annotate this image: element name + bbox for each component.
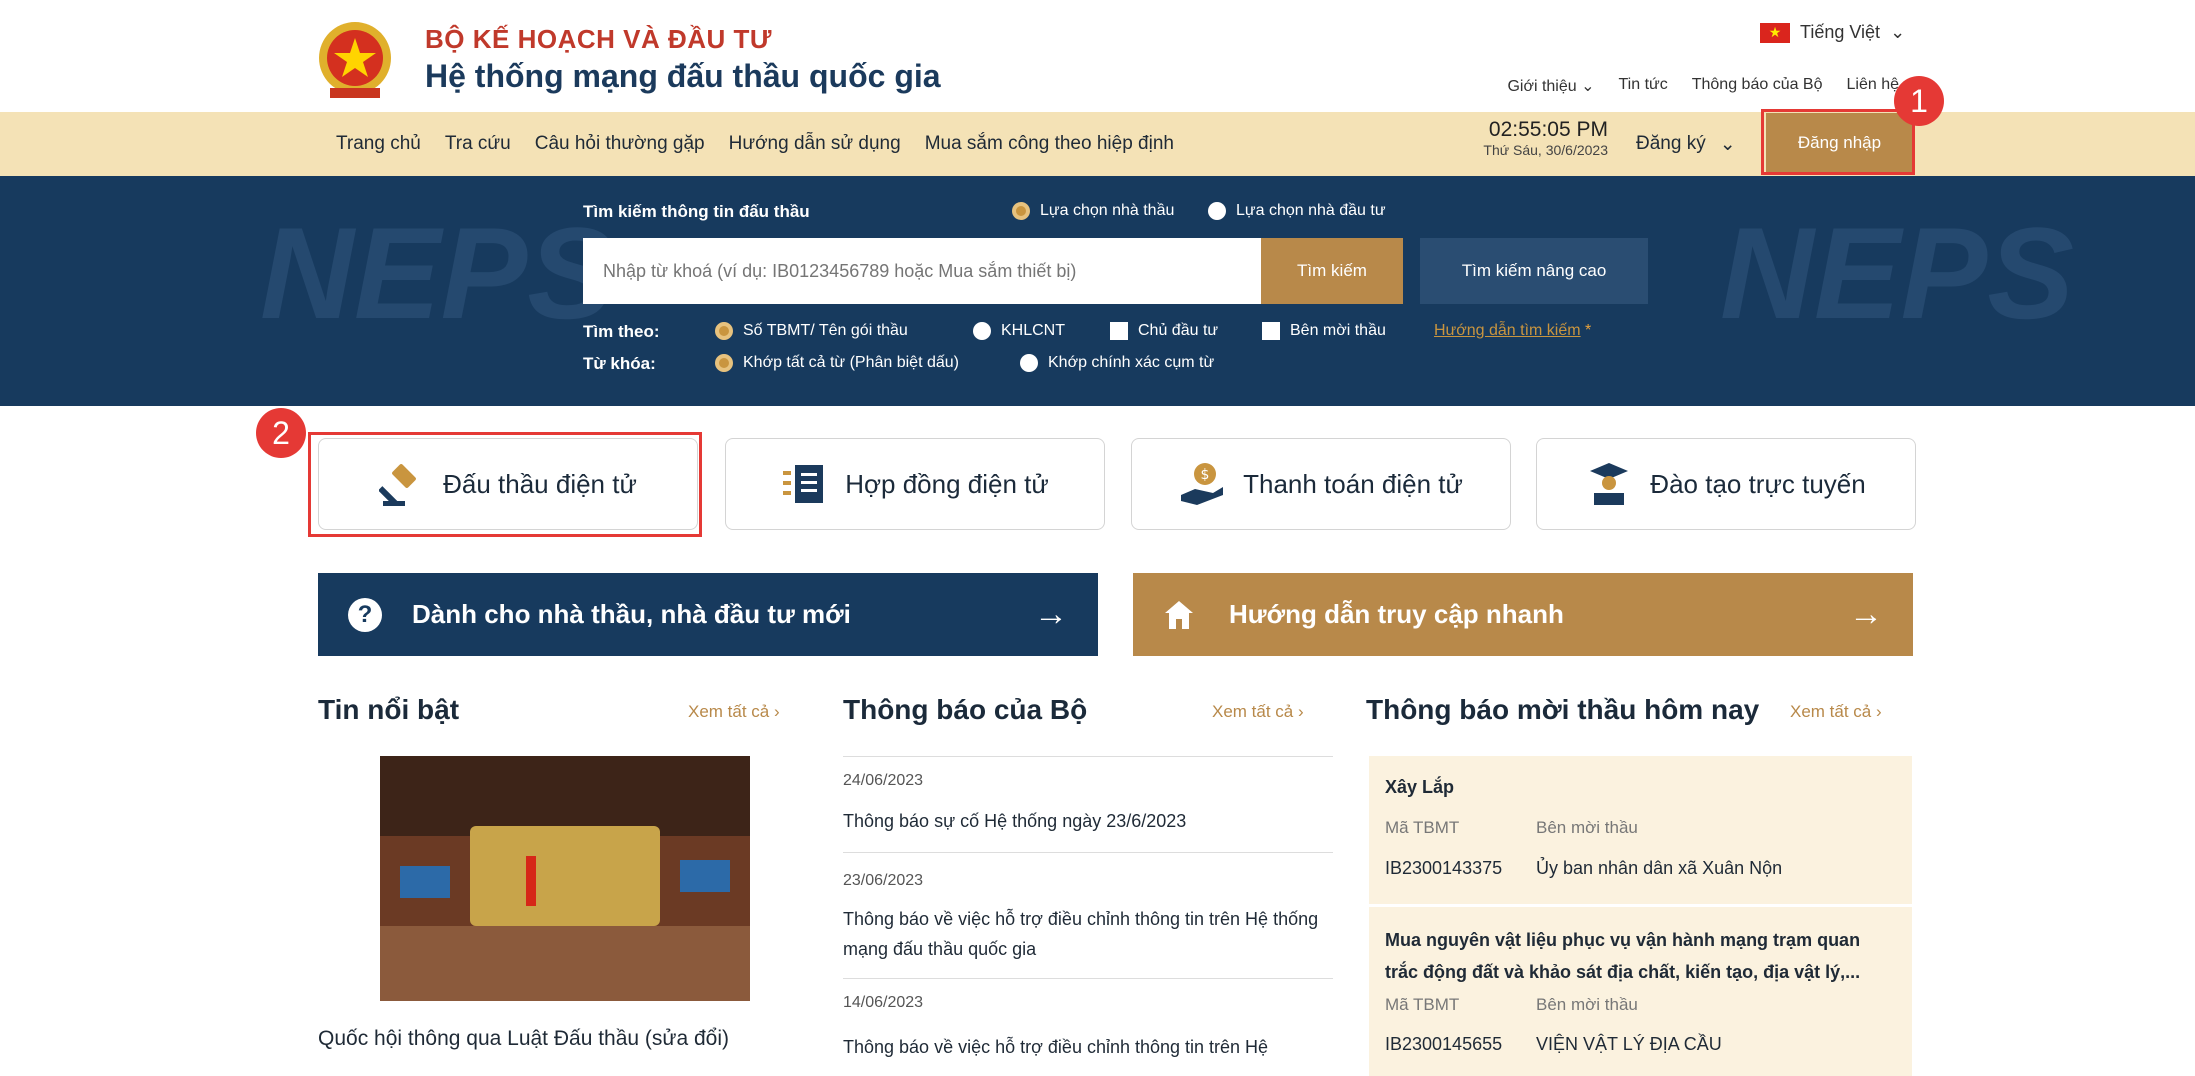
service-online-training[interactable]: Đào tạo trực tuyến — [1536, 438, 1916, 530]
service-e-payment[interactable]: $ Thanh toán điện tử — [1131, 438, 1511, 530]
register-menu[interactable]: Đăng ký ⌄ — [1636, 112, 1736, 176]
language-label: Tiếng Việt — [1800, 22, 1881, 42]
radio-selected-icon — [1012, 202, 1030, 220]
top-link-news[interactable]: Tin tức — [1619, 76, 1668, 96]
language-selector[interactable]: ★ Tiếng Việt ⌄ — [1760, 22, 1905, 43]
site-header: BỘ KẾ HOẠCH VÀ ĐẦU TƯ Hệ thống mạng đấu … — [0, 0, 2195, 112]
tenders-today-title: Thông báo mời thầu hôm nay — [1366, 694, 1760, 725]
highlight-box-login — [1761, 109, 1915, 175]
neps-watermark-left: NEPS — [260, 200, 615, 346]
top-link-contact[interactable]: Liên hệ — [1847, 76, 1900, 96]
tender-list — [1369, 756, 1912, 1076]
tender-inviter-label: Bên mời thầu — [1536, 818, 1638, 837]
new-user-banner[interactable]: ? Dành cho nhà thầu, nhà đầu tư mới → — [318, 573, 1098, 656]
top-link-ministry-notices[interactable]: Thông báo của Bộ — [1692, 76, 1823, 96]
search-guide-link[interactable]: Hướng dẫn tìm kiếm * — [1434, 322, 1591, 340]
option-match-all[interactable]: Khớp tất cả từ (Phân biệt dấu) — [715, 354, 959, 372]
arrow-right-icon: → — [1849, 595, 1883, 633]
annotation-badge-1: 1 — [1894, 76, 1944, 126]
notice-date: 14/06/2023 — [843, 994, 924, 1011]
tender-inviter-label: Bên mời thầu — [1536, 995, 1638, 1014]
service-e-contract[interactable]: Hợp đồng điện tử — [725, 438, 1105, 530]
option-khlcnt[interactable]: KHLCNT — [973, 322, 1065, 340]
arrow-right-icon: → — [1034, 595, 1068, 633]
divider — [843, 978, 1333, 979]
search-by-label: Tìm theo: — [583, 322, 660, 341]
annotation-badge-2: 2 — [256, 408, 306, 458]
search-input[interactable] — [583, 238, 1261, 304]
ministry-notices-title: Thông báo của Bộ — [843, 694, 1088, 725]
notices-view-all[interactable]: Xem tất cả › — [1212, 702, 1304, 722]
top-links: Giới thiệu ⌄ Tin tức Thông báo của Bộ Li… — [1507, 76, 1899, 96]
radio-icon — [1208, 202, 1226, 220]
checkbox-icon — [1110, 322, 1128, 340]
radio-selected-icon — [715, 354, 733, 372]
advanced-search-button[interactable]: Tìm kiếm nâng cao — [1420, 238, 1648, 304]
notice-title[interactable]: Thông báo về việc hỗ trợ điều chỉnh thôn… — [843, 904, 1333, 964]
divider — [843, 756, 1333, 757]
divider — [1369, 904, 1912, 907]
question-icon: ? — [348, 597, 382, 632]
highlight-box-e-bidding — [308, 432, 702, 537]
ministry-name: BỘ KẾ HOẠCH VÀ ĐẦU TƯ — [425, 24, 772, 54]
notice-date: 24/06/2023 — [843, 772, 924, 789]
top-link-about[interactable]: Giới thiệu ⌄ — [1507, 76, 1594, 96]
featured-view-all[interactable]: Xem tất cả › — [688, 702, 780, 722]
chevron-down-icon: ⌄ — [1890, 22, 1906, 42]
notice-date: 23/06/2023 — [843, 872, 924, 889]
keyword-label: Từ khóa: — [583, 354, 656, 373]
tender-code-label: Mã TBMT — [1385, 818, 1460, 837]
radio-contractor[interactable]: Lựa chọn nhà thầu — [1012, 202, 1174, 220]
clock-date: Thứ Sáu, 30/6/2023 — [1483, 142, 1608, 158]
radio-investor[interactable]: Lựa chọn nhà đầu tư — [1208, 202, 1386, 220]
search-title: Tìm kiếm thông tin đấu thầu — [583, 202, 810, 221]
svg-text:$: $ — [1201, 467, 1210, 483]
quick-access-banner[interactable]: Hướng dẫn truy cập nhanh → — [1133, 573, 1913, 656]
vietnam-flag-icon: ★ — [1760, 22, 1790, 43]
nav-user-guide[interactable]: Hướng dẫn sử dụng — [729, 133, 901, 155]
option-tbmt[interactable]: Số TBMT/ Tên gói thầu — [715, 322, 908, 340]
system-name[interactable]: Hệ thống mạng đấu thầu quốc gia — [425, 58, 941, 95]
radio-icon — [1020, 354, 1038, 372]
radio-icon — [973, 322, 991, 340]
notice-title[interactable]: Thông báo về việc hỗ trợ điều chỉnh thôn… — [843, 1032, 1333, 1062]
home-icon — [1165, 600, 1193, 629]
tender-inviter: Ủy ban nhân dân xã Xuân Nộn — [1536, 858, 1783, 878]
checkbox-icon — [1262, 322, 1280, 340]
nav-home[interactable]: Trang chủ — [336, 133, 421, 155]
tender-inviter: VIỆN VẬT LÝ ĐỊA CẦU — [1536, 1034, 1722, 1054]
search-button[interactable]: Tìm kiếm — [1261, 238, 1403, 304]
national-emblem-icon[interactable] — [316, 18, 394, 104]
graduation-icon — [1590, 463, 1629, 505]
nav-public-procurement[interactable]: Mua sắm công theo hiệp định — [925, 133, 1174, 155]
payment-hand-icon: $ — [1181, 463, 1224, 505]
notice-title[interactable]: Thông báo sự cố Hệ thống ngày 23/6/2023 — [843, 806, 1333, 836]
radio-selected-icon — [715, 322, 733, 340]
tenders-view-all[interactable]: Xem tất cả › — [1790, 702, 1882, 722]
featured-headline[interactable]: Quốc hội thông qua Luật Đấu thầu (sửa đổ… — [318, 1024, 729, 1054]
tender-name[interactable]: Xây Lắp — [1385, 777, 1454, 798]
contract-list-icon — [783, 465, 824, 503]
register-label: Đăng ký — [1636, 133, 1706, 154]
tender-name[interactable]: Mua nguyên vật liệu phục vụ vận hành mạn… — [1385, 924, 1885, 988]
option-investor[interactable]: Chủ đầu tư — [1110, 322, 1218, 340]
clock: 02:55:05 PM Thứ Sáu, 30/6/2023 — [1456, 118, 1608, 158]
tender-code-label: Mã TBMT — [1385, 995, 1460, 1014]
tender-code: IB2300143375 — [1385, 858, 1503, 878]
news-photo[interactable] — [380, 756, 750, 1001]
option-exact-phrase[interactable]: Khớp chính xác cụm từ — [1020, 354, 1214, 372]
featured-news-title: Tin nổi bật — [318, 694, 460, 725]
neps-watermark-right: NEPS — [1720, 200, 2075, 346]
option-inviter[interactable]: Bên mời thầu — [1262, 322, 1386, 340]
divider — [843, 852, 1333, 853]
clock-time: 02:55:05 PM — [1488, 118, 1608, 141]
nav-faq[interactable]: Câu hỏi thường gặp — [535, 133, 705, 155]
tender-code: IB2300145655 — [1385, 1034, 1503, 1054]
chevron-down-icon: ⌄ — [1719, 133, 1736, 155]
nav-lookup[interactable]: Tra cứu — [445, 133, 511, 155]
